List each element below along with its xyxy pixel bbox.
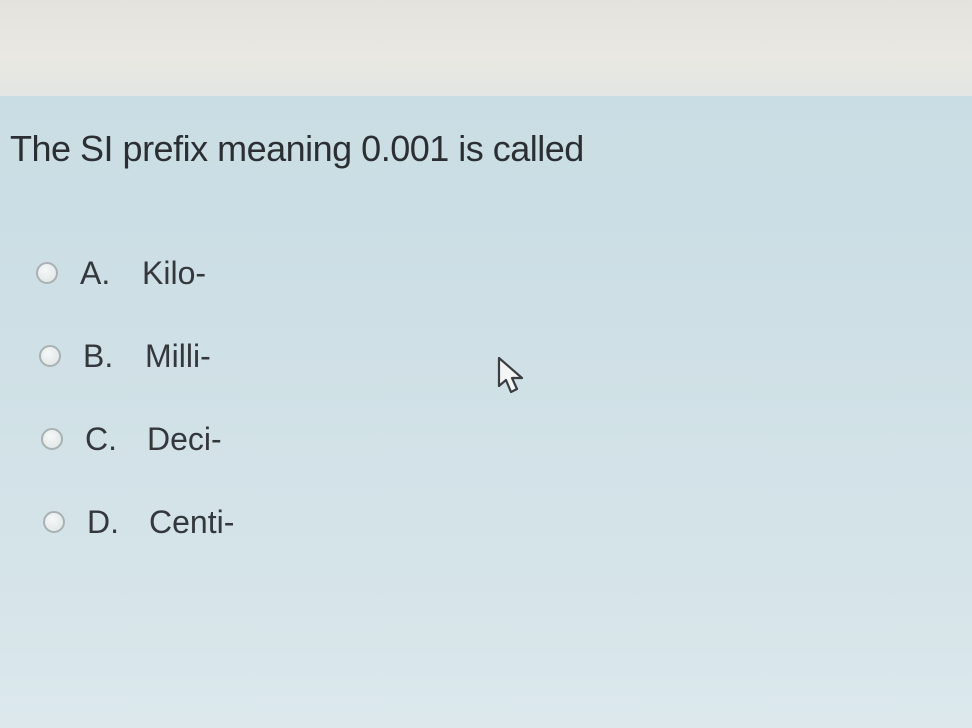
radio-button-d[interactable] [43,511,65,533]
option-d[interactable]: D. Centi- [43,493,234,551]
option-label[interactable]: Milli- [145,338,211,375]
radio-button-c[interactable] [41,428,63,450]
option-c[interactable]: C. Deci- [41,410,234,468]
answer-options: A. Kilo- B. Milli- C. Deci- D. Centi- [36,244,234,576]
option-label[interactable]: Deci- [147,421,222,458]
option-letter: A. [80,254,111,291]
mouse-pointer-icon [497,356,524,394]
option-letter: B. [83,337,114,374]
option-letter: C. [85,420,117,457]
top-band [0,0,972,96]
option-b[interactable]: B. Milli- [39,327,234,385]
radio-button-a[interactable] [36,262,58,284]
radio-button-b[interactable] [39,345,61,367]
option-label[interactable]: Centi- [149,504,234,541]
question-text: The SI prefix meaning 0.001 is called [10,128,584,169]
option-a[interactable]: A. Kilo- [36,244,234,302]
option-label[interactable]: Kilo- [142,255,206,292]
option-letter: D. [87,503,119,540]
